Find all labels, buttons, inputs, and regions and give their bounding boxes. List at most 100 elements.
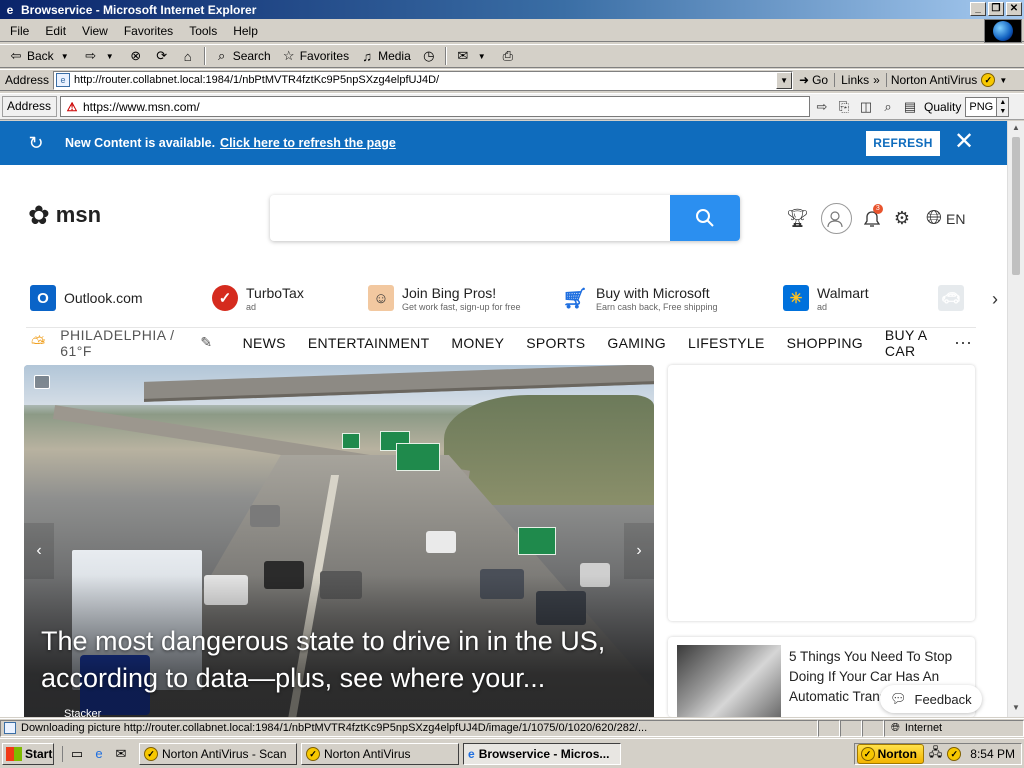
more-options-icon[interactable]: ··· bbox=[954, 332, 972, 353]
search-button[interactable]: ⌕ Search bbox=[210, 46, 275, 66]
menu-file[interactable]: File bbox=[0, 24, 37, 38]
chevron-down-icon[interactable]: ▼ bbox=[57, 48, 73, 64]
refresh-button[interactable]: ⟳ bbox=[150, 46, 174, 66]
refresh-button[interactable]: REFRESH bbox=[866, 131, 940, 156]
go-arrow-icon: ➜ bbox=[799, 73, 810, 87]
carousel-next-button[interactable]: › bbox=[624, 523, 654, 579]
carousel-prev-button[interactable]: ‹ bbox=[24, 523, 54, 579]
quality-selector[interactable]: PNG ▲ ▼ bbox=[965, 96, 1010, 117]
page-split-icon[interactable]: ◫ bbox=[856, 97, 876, 117]
norton-toolbar-button[interactable]: Norton AntiVirus ✓ ▼ bbox=[885, 73, 1011, 87]
find-icon[interactable]: ⌕ bbox=[878, 97, 898, 117]
nav-gaming[interactable]: GAMING bbox=[607, 335, 666, 351]
task-norton-scan[interactable]: ✓ Norton AntiVirus - Scan bbox=[139, 742, 297, 765]
nav-shopping[interactable]: SHOPPING bbox=[787, 335, 863, 351]
menu-favorites[interactable]: Favorites bbox=[116, 24, 181, 38]
ie-address-field[interactable]: e http://router.collabnet.local:1984/1/n… bbox=[53, 70, 794, 90]
scroll-up-arrow[interactable]: ▲ bbox=[1010, 123, 1022, 135]
hero-story[interactable]: ‹ › The most dangerous state to drive in… bbox=[24, 365, 654, 717]
close-banner-button[interactable]: ✕ bbox=[953, 129, 975, 155]
minimize-button[interactable]: _ bbox=[970, 2, 986, 16]
page-icon bbox=[4, 721, 16, 734]
chevron-down-icon[interactable]: ▼ bbox=[474, 48, 490, 64]
network-icon[interactable]: 🖧︎ bbox=[929, 743, 942, 764]
highway-sign bbox=[518, 527, 556, 555]
nav-sports[interactable]: SPORTS bbox=[526, 335, 585, 351]
quicklinks-next-icon[interactable]: › bbox=[992, 289, 998, 310]
quicklink-walmart[interactable]: ✳ Walmart ad bbox=[783, 277, 869, 319]
feedback-button[interactable]: 💬︎ Feedback bbox=[880, 685, 982, 713]
scroll-down-arrow[interactable]: ▼ bbox=[1010, 703, 1022, 715]
quicklink-partial[interactable]: 🚗︎ bbox=[938, 277, 964, 319]
nav-entertainment[interactable]: ENTERTAINMENT bbox=[308, 335, 430, 351]
history-button[interactable]: ◷ bbox=[417, 46, 441, 66]
menu-edit[interactable]: Edit bbox=[37, 24, 74, 38]
media-button[interactable]: ♫ Media bbox=[355, 46, 415, 66]
browservice-address-field[interactable]: ⚠ https://www.msn.com/ bbox=[60, 96, 810, 117]
edit-pencil-icon[interactable]: ✎ bbox=[200, 334, 212, 351]
back-button[interactable]: ⇦ Back ▼ bbox=[4, 46, 77, 66]
print-button[interactable]: ⎙ bbox=[496, 46, 520, 66]
top-icons: 🏆︎ 3 ⚙ 🌐︎ EN bbox=[786, 203, 965, 234]
vertical-scrollbar[interactable]: ▲ ▼ bbox=[1007, 121, 1024, 717]
weather-location[interactable]: ⛅︎ PHILADELPHIA / 61°F ✎ bbox=[26, 327, 213, 359]
notifications-bell-icon[interactable]: 3 bbox=[862, 203, 883, 228]
profile-avatar-icon[interactable] bbox=[820, 203, 852, 234]
refresh-page-link[interactable]: Click here to refresh the page bbox=[220, 136, 396, 150]
menu-view[interactable]: View bbox=[74, 24, 116, 38]
scrollbar-thumb[interactable] bbox=[1012, 137, 1020, 275]
show-desktop-icon[interactable]: ▭ bbox=[69, 746, 85, 762]
back-label: Back bbox=[27, 49, 54, 63]
close-window-button[interactable]: ✕ bbox=[1006, 2, 1022, 16]
nav-money[interactable]: MONEY bbox=[451, 335, 504, 351]
go-arrow-icon[interactable]: ⇨ bbox=[812, 97, 832, 117]
clock: 8:54 PM bbox=[970, 746, 1015, 761]
restore-button[interactable]: ❐ bbox=[988, 2, 1004, 16]
task-norton-antivirus[interactable]: ✓ Norton AntiVirus bbox=[301, 742, 459, 765]
task-browservice[interactable]: e Browservice - Micros... bbox=[463, 742, 621, 765]
clipboard-icon[interactable]: ▤ bbox=[900, 97, 920, 117]
quality-spinner[interactable]: ▲ ▼ bbox=[996, 97, 1009, 116]
home-button[interactable]: ⌂ bbox=[176, 46, 200, 66]
nav-buy-a-car[interactable]: BUY A CAR bbox=[885, 327, 954, 359]
norton-tray-button[interactable]: ✓ Norton bbox=[856, 743, 924, 764]
stop-button[interactable]: ⊗ bbox=[124, 46, 148, 66]
quicklink-buy-with-microsoft[interactable]: 🛒︎ Buy with Microsoft Earn cash back, Fr… bbox=[562, 277, 717, 319]
forward-button[interactable]: ⇨ ▼ bbox=[79, 46, 122, 66]
start-button[interactable]: Start bbox=[2, 742, 54, 765]
quicklink-turbotax[interactable]: ✓ TurboTax ad bbox=[212, 277, 304, 319]
security-zone: 🌐︎ Internet bbox=[884, 719, 1024, 737]
search-input[interactable] bbox=[280, 203, 660, 233]
menu-tools[interactable]: Tools bbox=[181, 24, 225, 38]
links-button[interactable]: Links » bbox=[834, 73, 886, 87]
menu-help[interactable]: Help bbox=[225, 24, 266, 38]
home-icon: ⌂ bbox=[183, 48, 192, 64]
settings-gear-icon[interactable]: ⚙ bbox=[894, 208, 910, 229]
norton-tray-icon[interactable]: ✓ bbox=[947, 746, 962, 761]
media-label: Media bbox=[378, 49, 411, 63]
language-selector[interactable]: 🌐︎ EN bbox=[926, 207, 965, 230]
bookmark-icon[interactable]: ⎘ bbox=[834, 97, 854, 117]
quicklink-outlook[interactable]: O Outlook.com bbox=[30, 277, 143, 319]
address-dropdown-button[interactable]: ▼ bbox=[776, 71, 793, 89]
mail-button[interactable]: ✉ ▼ bbox=[451, 46, 494, 66]
msn-logo-text: msn bbox=[55, 202, 102, 227]
chevron-down-icon[interactable]: ▼ bbox=[999, 76, 1007, 85]
hero-headline[interactable]: The most dangerous state to drive in in … bbox=[41, 623, 641, 697]
go-button[interactable]: ➜ Go bbox=[793, 73, 834, 87]
start-label: Start bbox=[25, 746, 53, 761]
search-submit-button[interactable] bbox=[670, 195, 740, 241]
favorites-button[interactable]: ☆ Favorites bbox=[277, 46, 353, 66]
nav-news[interactable]: NEWS bbox=[243, 335, 286, 351]
ie-icon[interactable]: e bbox=[91, 746, 107, 762]
norton-toolbar-label: Norton AntiVirus bbox=[890, 73, 978, 87]
task-label: Norton AntiVirus - Scan bbox=[162, 746, 287, 761]
chevron-down-icon[interactable]: ▼ bbox=[102, 48, 118, 64]
ie-icon: e bbox=[6, 2, 14, 17]
msn-logo[interactable]: ✿ msn bbox=[28, 201, 101, 229]
norton-icon: ✓ bbox=[860, 746, 875, 761]
quicklink-bing-pros[interactable]: ☺ Join Bing Pros! Get work fast, sign-up… bbox=[368, 277, 521, 319]
nav-lifestyle[interactable]: LIFESTYLE bbox=[688, 335, 765, 351]
rewards-trophy-icon[interactable]: 🏆︎ bbox=[786, 208, 809, 229]
outlook-express-icon[interactable]: ✉ bbox=[113, 746, 129, 762]
